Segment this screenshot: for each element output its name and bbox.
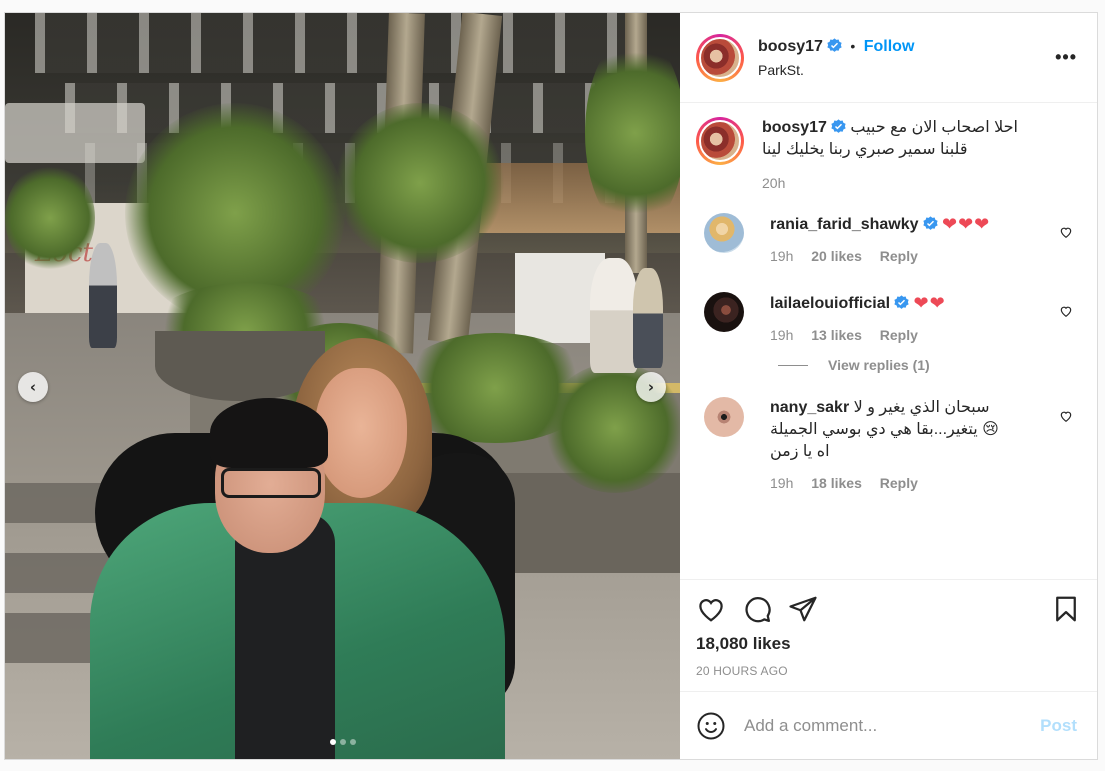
bookmark-icon[interactable] [1051,594,1081,624]
post-caption: boosy17 احلا اصحاب الان مع حبيب قلبنا سم… [696,117,1081,191]
comment-emoji: ❤❤ [913,293,946,313]
comment-likes[interactable]: 18 likes [811,475,862,491]
emoji-icon[interactable] [696,711,726,741]
commenter-avatar[interactable] [704,213,744,253]
commenter-username[interactable]: nany_sakr [770,399,849,416]
comment-emoji: 😢 [982,421,999,438]
carousel-dots [5,739,680,745]
caption-text-line2: قلبنا سمير صبري ربنا يخليك لينا [762,141,968,158]
reply-button[interactable]: Reply [880,327,918,343]
verified-badge-icon [831,119,846,133]
author-username[interactable]: boosy17 [758,38,823,55]
heart-icon[interactable] [696,594,726,624]
comment-time[interactable]: 19h [770,327,793,343]
like-comment-icon[interactable] [1059,225,1073,239]
caption-username[interactable]: boosy17 [762,119,827,136]
post-location[interactable]: ParkSt. [758,62,914,78]
verified-badge-icon [922,216,938,230]
commenter-username[interactable]: rania_farid_shawky [770,216,919,233]
post-timestamp[interactable]: 20 HOURS AGO [696,664,1081,678]
comment-time[interactable]: 19h [770,248,793,264]
carousel-dot [349,739,356,745]
post-photo[interactable]: Locte ‹ › [5,13,680,759]
verified-badge-icon [827,37,842,52]
comment-likes[interactable]: 13 likes [811,327,862,343]
comment-text-line3: اه يا زمن [770,443,830,460]
like-comment-icon[interactable] [1059,304,1073,318]
reply-button[interactable]: Reply [880,248,918,264]
comment-text-line1: سبحان الذي يغير و لا [853,399,990,416]
commenter-avatar[interactable] [704,292,744,332]
author-avatar[interactable] [696,33,744,82]
verified-badge-icon [894,295,909,309]
comment-likes[interactable]: 20 likes [811,248,862,264]
comment-emoji: ❤❤❤ [941,214,991,234]
reply-button[interactable]: Reply [880,475,918,491]
follow-separator: • [850,37,856,54]
caption-time[interactable]: 20h [762,175,785,191]
likes-count[interactable]: 18,080 likes [696,634,1081,654]
comment-icon[interactable] [742,594,772,624]
post-actions: 18,080 likes 20 HOURS AGO [680,579,1097,691]
carousel-dot [339,739,346,745]
caption-avatar[interactable] [696,117,744,165]
follow-button[interactable]: Follow [864,38,915,55]
comment-time[interactable]: 19h [770,475,793,491]
view-replies-button[interactable]: View replies (1) [778,357,1081,373]
comments-list: boosy17 احلا اصحاب الان مع حبيب قلبنا سم… [680,103,1097,579]
like-comment-icon[interactable] [1059,409,1073,423]
post-sidebar: boosy17 • Follow ParkSt. ••• boosy17 احل… [680,13,1097,759]
commenter-avatar[interactable] [704,397,744,437]
comment-text-line2: يتغير...بقا هي دي بوسي الجميلة [770,421,978,438]
instagram-post: Locte ‹ › [4,12,1098,760]
post-comment-button[interactable]: Post [1040,716,1077,736]
share-icon[interactable] [788,594,818,624]
post-header: boosy17 • Follow ParkSt. ••• [680,13,1097,103]
chevron-left-icon[interactable]: ‹ [18,372,48,402]
caption-text-line1: احلا اصحاب الان مع حبيب [850,119,1018,136]
comment-item: rania_farid_shawky ❤❤❤ 19h 20 likes Repl… [696,213,1081,264]
add-comment-bar: Add a comment... Post [680,691,1097,759]
comment-input[interactable]: Add a comment... [744,716,1040,736]
commenter-username[interactable]: lailaelouiofficial [770,295,890,312]
more-options-icon[interactable]: ••• [1055,47,1077,68]
comment-item: lailaelouiofficial ❤❤ 19h 13 likes Reply [696,292,1081,343]
comment-item: nany_sakr سبحان الذي يغير و لا يتغير...ب… [696,397,1081,491]
carousel-dot [329,739,336,745]
chevron-right-icon[interactable]: › [636,372,666,402]
